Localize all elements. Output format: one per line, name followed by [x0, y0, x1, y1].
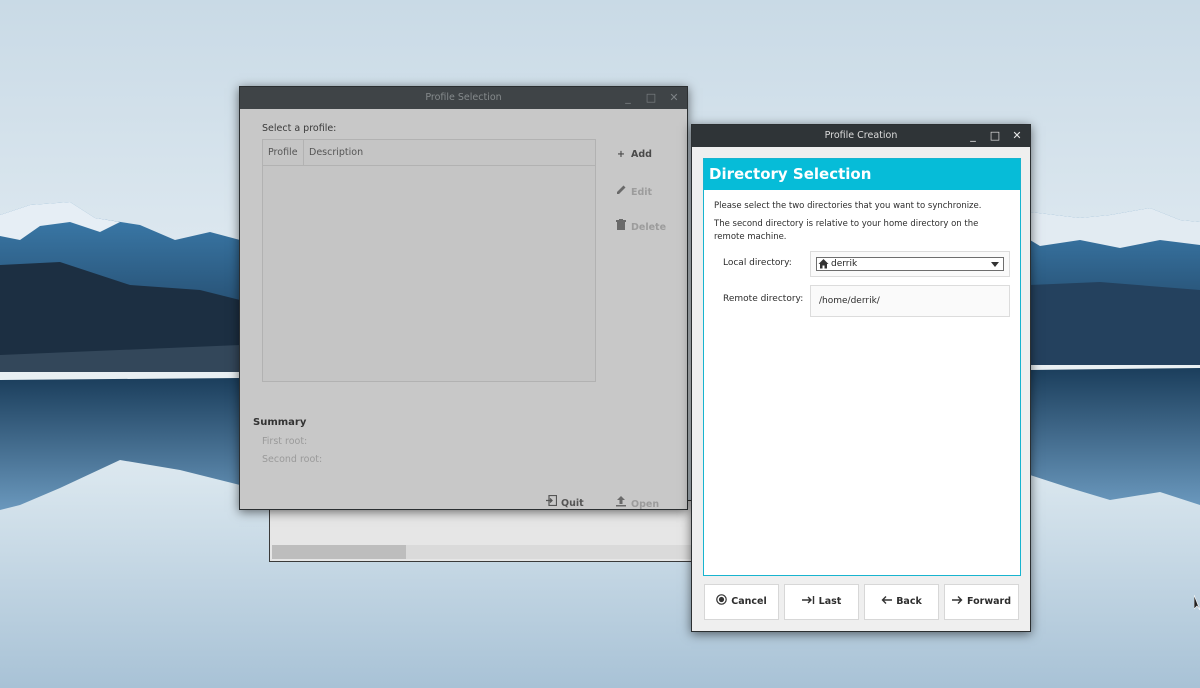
close-icon[interactable]: ✕	[664, 87, 684, 109]
back-label: Back	[896, 596, 922, 607]
profile-creation-dialog: Profile Creation _ □ ✕ Directory Selecti…	[691, 124, 1031, 632]
trash-icon	[614, 219, 628, 233]
window-title: Profile Selection	[425, 92, 502, 103]
exit-icon	[544, 494, 558, 509]
add-button[interactable]: + Add	[614, 149, 652, 160]
select-profile-label: Select a profile:	[262, 123, 337, 134]
delete-label: Delete	[631, 222, 667, 233]
local-directory-combo[interactable]: derrik	[816, 257, 1004, 271]
home-icon	[818, 258, 829, 272]
forward-label: Forward	[967, 596, 1011, 607]
remote-directory-input[interactable]: /home/derrik/	[810, 285, 1010, 317]
jump-to-end-icon	[801, 585, 815, 619]
directory-selection-panel: Directory Selection Please select the tw…	[703, 158, 1021, 576]
edit-button[interactable]: Edit	[614, 184, 652, 198]
profile-list[interactable]: Profile Description	[262, 139, 596, 382]
remote-instruction-text: The second directory is relative to your…	[714, 219, 979, 242]
window-body: Select a profile: Profile Description + A…	[240, 109, 687, 510]
forward-button[interactable]: Forward	[944, 584, 1019, 620]
pencil-icon	[614, 184, 628, 198]
open-button[interactable]: Open	[614, 495, 659, 510]
arrow-right-icon	[952, 585, 963, 619]
panel-heading: Directory Selection	[704, 159, 1020, 190]
local-directory-value: derrik	[831, 259, 858, 269]
add-label: Add	[631, 149, 652, 160]
column-description[interactable]: Description	[309, 140, 363, 165]
minimize-icon[interactable]: _	[963, 125, 983, 147]
last-button[interactable]: Last	[784, 584, 859, 620]
arrow-left-icon	[881, 585, 893, 619]
chevron-down-icon[interactable]	[991, 262, 999, 267]
plus-icon: +	[617, 149, 625, 160]
column-profile[interactable]: Profile	[268, 140, 298, 165]
remote-directory-label: Remote directory:	[723, 294, 804, 304]
cancel-button[interactable]: Cancel	[704, 584, 779, 620]
horizontal-scrollbar[interactable]	[272, 545, 696, 559]
scrollbar-thumb[interactable]	[272, 545, 406, 559]
delete-button[interactable]: Delete	[614, 219, 666, 233]
back-button[interactable]: Back	[864, 584, 939, 620]
upload-icon	[614, 495, 628, 510]
cancel-icon	[716, 585, 728, 619]
titlebar: Profile Selection _ □ ✕	[240, 87, 687, 109]
last-label: Last	[818, 596, 842, 607]
profile-list-header: Profile Description	[263, 140, 595, 166]
first-root-label: First root:	[262, 436, 308, 447]
open-label: Open	[631, 499, 660, 510]
close-icon[interactable]: ✕	[1007, 125, 1027, 147]
profile-selection-window: Profile Selection _ □ ✕ Select a profile…	[239, 86, 688, 510]
mouse-pointer-icon	[1193, 594, 1200, 614]
cancel-label: Cancel	[731, 596, 767, 607]
local-directory-select[interactable]: derrik	[810, 251, 1010, 277]
local-directory-label: Local directory:	[723, 258, 792, 268]
maximize-icon[interactable]: □	[641, 87, 661, 109]
column-divider	[303, 140, 304, 165]
quit-label: Quit	[561, 498, 584, 509]
minimize-icon[interactable]: _	[618, 87, 638, 109]
instruction-text: Please select the two directories that y…	[714, 201, 982, 211]
titlebar: Profile Creation _ □ ✕	[692, 125, 1030, 147]
edit-label: Edit	[631, 187, 653, 198]
maximize-icon[interactable]: □	[985, 125, 1005, 147]
quit-button[interactable]: Quit	[544, 494, 584, 509]
dialog-title: Profile Creation	[824, 130, 898, 141]
second-root-label: Second root:	[262, 454, 323, 465]
summary-heading: Summary	[253, 417, 307, 428]
